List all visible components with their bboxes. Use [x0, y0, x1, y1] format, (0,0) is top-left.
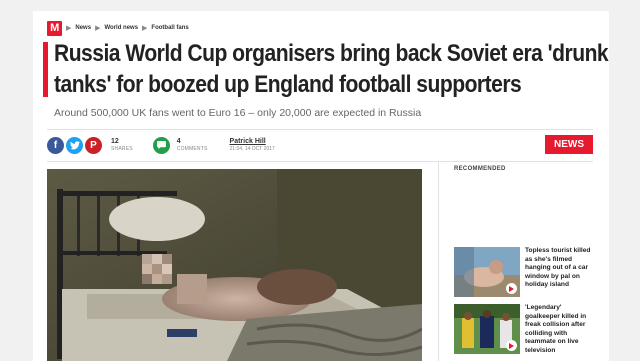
comment-count-number: 4 — [176, 137, 181, 145]
share-count-number: 12 — [111, 137, 119, 145]
comment-count-label: COMMENTS — [176, 145, 208, 152]
breadcrumb-news[interactable]: News — [75, 25, 91, 31]
hero-video-image[interactable] — [47, 169, 422, 361]
breadcrumb-football-fans[interactable]: Football fans — [151, 25, 188, 31]
headline: Russia World Cup organisers bring back S… — [54, 38, 609, 100]
facebook-icon[interactable]: f — [47, 136, 64, 154]
byline: Patrick Hill 21:04, 14 OCT 2017 — [230, 137, 275, 153]
recommended-item[interactable]: 'Legendary' goalkeeper killed in freak c… — [454, 304, 594, 354]
chevron-right-icon: ▶ — [95, 25, 101, 32]
headline-line-2: tanks' for boozed up England football su… — [54, 71, 522, 98]
sidebar-divider — [438, 161, 439, 361]
recommended-thumbnail — [454, 247, 520, 297]
divider — [47, 129, 593, 130]
publish-date: 21:04, 14 OCT 2017 — [229, 146, 275, 152]
breadcrumb: M ▶ News ▶ World news ▶ Football fans — [47, 20, 189, 36]
play-icon — [506, 283, 517, 294]
article-page: M ▶ News ▶ World news ▶ Football fans Ru… — [33, 11, 609, 361]
subheadline: Around 500,000 UK fans went to Euro 16 –… — [54, 107, 422, 119]
pinterest-icon[interactable]: P — [85, 136, 102, 154]
comment-button[interactable] — [152, 136, 170, 154]
recommended-item-title: Topless tourist killed as she's filmed h… — [525, 247, 591, 289]
speech-bubble-icon — [156, 141, 166, 149]
chevron-right-icon: ▶ — [66, 25, 72, 32]
share-count-label: SHARES — [111, 145, 133, 152]
share-count: 12 SHARES — [111, 138, 133, 153]
twitter-icon[interactable] — [66, 136, 83, 154]
share-row: f P 12 SHARES 4 COMMENTS Patrick Hill 21… — [47, 134, 275, 156]
author-link[interactable]: Patrick Hill — [230, 137, 275, 146]
play-icon — [506, 340, 517, 351]
sidebar: RECOMMENDED — [438, 166, 593, 172]
divider — [47, 161, 593, 162]
mirror-logo[interactable]: M — [47, 20, 62, 36]
chevron-right-icon: ▶ — [142, 25, 148, 32]
hero-photo — [47, 169, 422, 361]
section-badge[interactable]: NEWS — [545, 135, 593, 154]
headline-accent-bar — [43, 42, 48, 97]
headline-line-1: Russia World Cup organisers bring back S… — [54, 40, 609, 67]
comment-count: 4 COMMENTS — [177, 138, 208, 153]
recommended-item[interactable]: Topless tourist killed as she's filmed h… — [454, 247, 594, 297]
recommended-thumbnail — [454, 304, 520, 354]
sidebar-title: RECOMMENDED — [454, 166, 506, 172]
recommended-item-title: 'Legendary' goalkeeper killed in freak c… — [525, 304, 587, 354]
breadcrumb-world-news[interactable]: World news — [104, 25, 138, 31]
